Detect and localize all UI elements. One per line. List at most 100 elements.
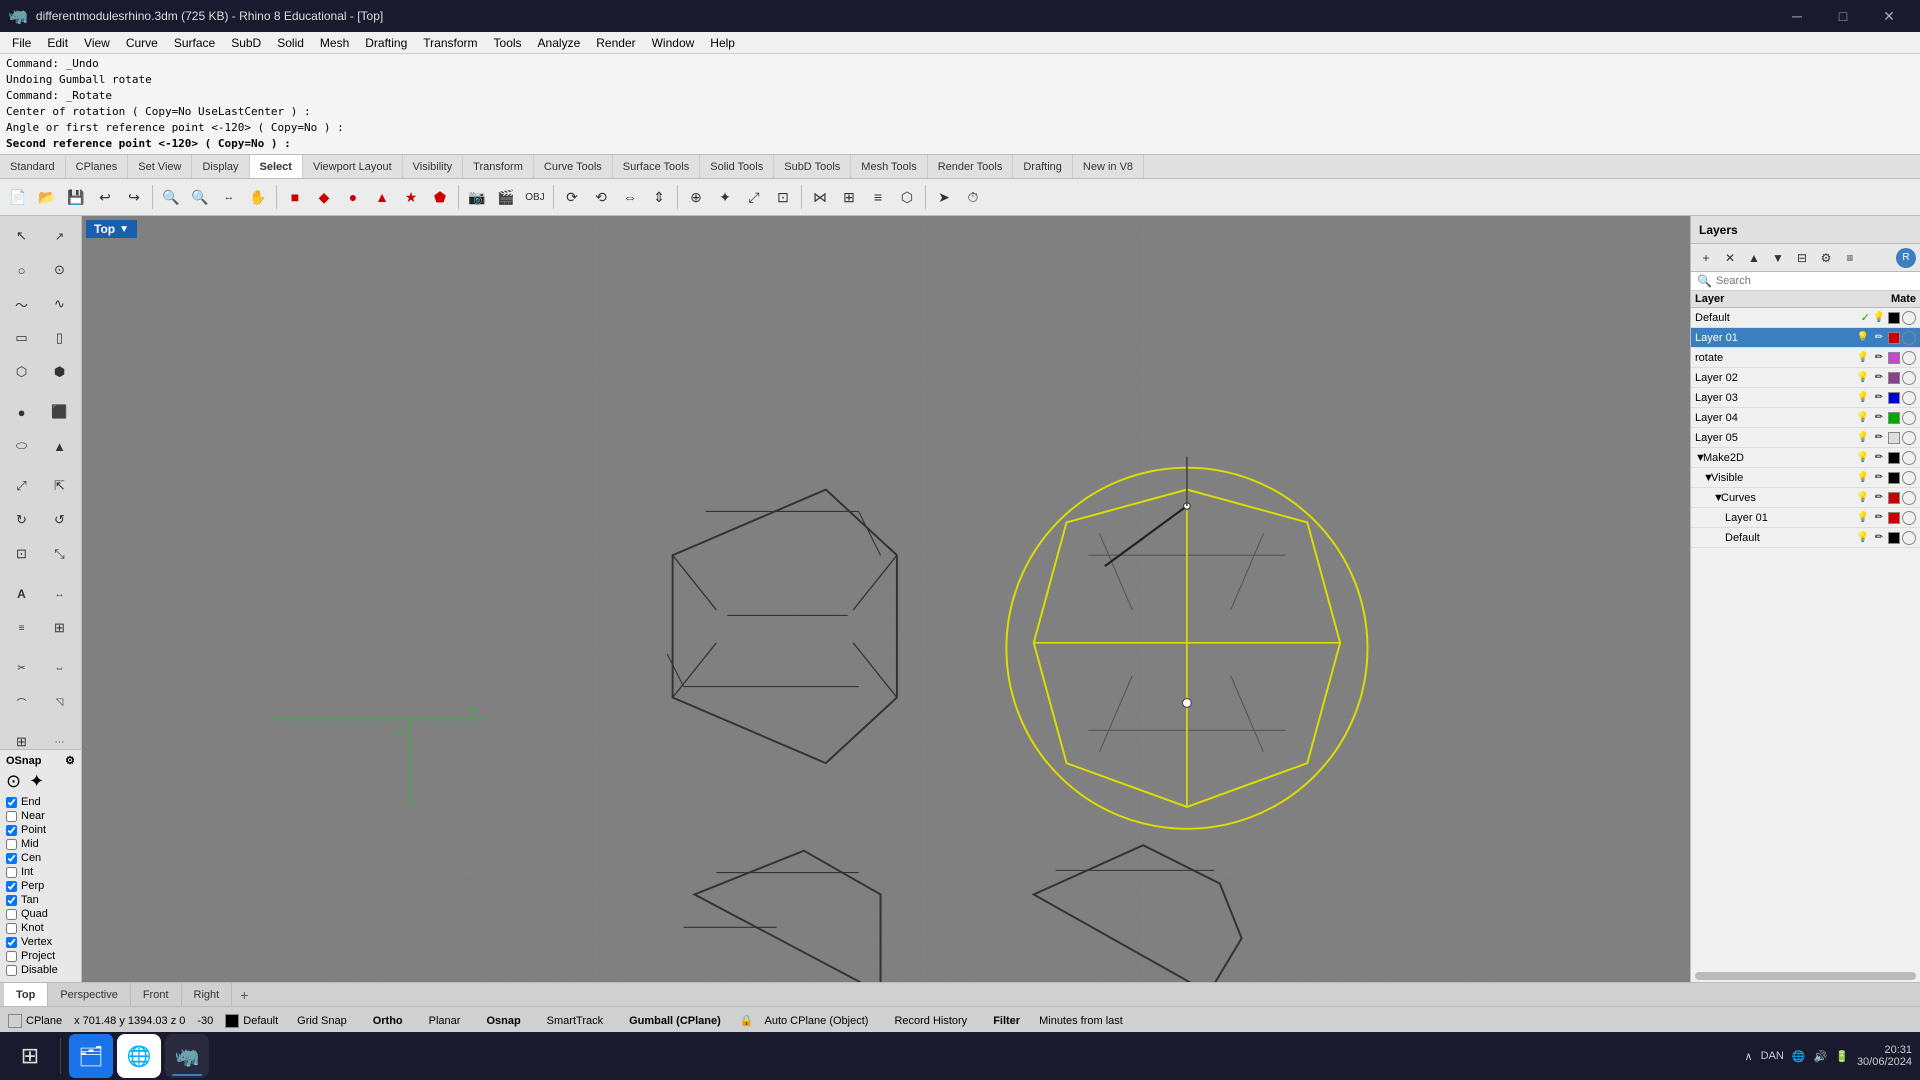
tab-mesh-tools[interactable]: Mesh Tools xyxy=(851,155,927,178)
tb-osnap-icon[interactable]: ✦ xyxy=(711,183,739,211)
status-planar[interactable]: Planar xyxy=(422,1013,468,1029)
tb-rotate-ccw[interactable]: ⟲ xyxy=(587,183,615,211)
menu-drafting[interactable]: Drafting xyxy=(357,34,415,52)
tb-clock[interactable]: ⏱ xyxy=(959,183,987,211)
lt-grid[interactable]: ⊞ xyxy=(4,726,40,749)
layer-pencil-01[interactable]: ✏ xyxy=(1872,331,1886,345)
expand-curves[interactable]: ▼ xyxy=(1713,492,1721,504)
tab-subd-tools[interactable]: SubD Tools xyxy=(774,155,851,178)
menu-mesh[interactable]: Mesh xyxy=(312,34,357,52)
lt-rect2[interactable]: ▯ xyxy=(42,322,78,354)
lt-rotate[interactable]: ↻ xyxy=(4,504,40,536)
lt-sphere[interactable]: ● xyxy=(4,396,40,428)
tb-camera[interactable]: 📷 xyxy=(463,183,491,211)
osnap-mid-check[interactable] xyxy=(6,839,17,850)
menu-tools[interactable]: Tools xyxy=(486,34,530,52)
status-ortho[interactable]: Ortho xyxy=(366,1013,410,1029)
layers-search-input[interactable] xyxy=(1716,275,1914,287)
tb-zoom-out[interactable]: 🔍 xyxy=(186,183,214,211)
viewport-area[interactable]: Top ▼ y x xyxy=(82,216,1690,982)
layer-lock-02[interactable]: 💡 xyxy=(1856,371,1870,385)
layer-mat-visible[interactable] xyxy=(1902,471,1916,485)
lt-select[interactable]: ↖ xyxy=(4,220,40,252)
tab-surface-tools[interactable]: Surface Tools xyxy=(613,155,700,178)
menu-view[interactable]: View xyxy=(76,34,118,52)
layer-pencil-visible[interactable]: ✏ xyxy=(1872,471,1886,485)
status-cplane[interactable]: CPlane xyxy=(8,1014,62,1028)
tab-transform[interactable]: Transform xyxy=(463,155,534,178)
lt-circle[interactable]: ○ xyxy=(4,254,40,286)
tb-render[interactable]: 🎬 xyxy=(492,183,520,211)
layer-color-03[interactable] xyxy=(1888,392,1900,404)
status-filter[interactable]: Filter xyxy=(986,1013,1027,1029)
lt-dots[interactable]: ⋯ xyxy=(42,726,78,749)
tb-flip-v[interactable]: ⇕ xyxy=(645,183,673,211)
layer-mat-curves-default[interactable] xyxy=(1902,531,1916,545)
tb-zoom-ext[interactable]: ↔ xyxy=(215,183,243,211)
minimize-button[interactable]: ─ xyxy=(1774,0,1820,32)
lt-scale2[interactable]: ⤡ xyxy=(42,538,78,570)
lt-select2[interactable]: ↗ xyxy=(42,220,78,252)
layer-color-visible[interactable] xyxy=(1888,472,1900,484)
tab-render-tools[interactable]: Render Tools xyxy=(928,155,1014,178)
osnap-disable-check[interactable] xyxy=(6,965,17,976)
menu-file[interactable]: File xyxy=(4,34,39,52)
menu-analyze[interactable]: Analyze xyxy=(530,34,589,52)
viewport-label[interactable]: Top ▼ xyxy=(86,220,137,238)
osnap-knot[interactable]: Knot xyxy=(6,922,75,934)
lt-cone[interactable]: ▲ xyxy=(42,430,78,462)
recordhistory-button[interactable]: Record History xyxy=(887,1013,974,1029)
expand-make2d[interactable]: ▼ xyxy=(1695,452,1703,464)
layer-row-rotate[interactable]: rotate 💡 ✏ xyxy=(1691,348,1920,368)
layer-row-03[interactable]: Layer 03 💡 ✏ xyxy=(1691,388,1920,408)
layer-lock-rotate[interactable]: 💡 xyxy=(1856,351,1870,365)
layer-row-curves[interactable]: ▼ Curves 💡 ✏ xyxy=(1691,488,1920,508)
status-gridsnap[interactable]: Grid Snap xyxy=(290,1013,354,1029)
ly-delete[interactable]: ✕ xyxy=(1719,247,1741,269)
layer-mat-02[interactable] xyxy=(1902,371,1916,385)
start-button[interactable]: ⊞ xyxy=(8,1034,52,1078)
status-osnap[interactable]: Osnap xyxy=(479,1013,527,1029)
tb-rotate-cw[interactable]: ⟳ xyxy=(558,183,586,211)
layer-mat-03[interactable] xyxy=(1902,391,1916,405)
osnap-project[interactable]: Project xyxy=(6,950,75,962)
layer-row-make2d[interactable]: ▼ Make2D 💡 ✏ xyxy=(1691,448,1920,468)
tb-flip-h[interactable]: ⇔ xyxy=(616,183,644,211)
status-autocplane[interactable]: 🔒 Auto CPlane (Object) xyxy=(740,1013,876,1029)
tb-arrow[interactable]: ➤ xyxy=(930,183,958,211)
osnap-near-check[interactable] xyxy=(6,811,17,822)
osnap-cen-check[interactable] xyxy=(6,853,17,864)
osnap-settings[interactable]: ⚙ xyxy=(65,754,75,767)
osnap-near[interactable]: Near xyxy=(6,810,75,822)
menu-render[interactable]: Render xyxy=(588,34,643,52)
lt-circle2[interactable]: ⊙ xyxy=(42,254,78,286)
tb-redo[interactable]: ↪ xyxy=(120,183,148,211)
tab-curve-tools[interactable]: Curve Tools xyxy=(534,155,613,178)
layer-mat-curves-01[interactable] xyxy=(1902,511,1916,525)
tb-layer5[interactable]: ★ xyxy=(397,183,425,211)
tb-layer1[interactable]: ■ xyxy=(281,183,309,211)
layer-lock-curves-default[interactable]: 💡 xyxy=(1856,531,1870,545)
tb-undo[interactable]: ↩ xyxy=(91,183,119,211)
tab-display[interactable]: Display xyxy=(192,155,249,178)
layer-lock-curves-01[interactable]: 💡 xyxy=(1856,511,1870,525)
layer-color-01[interactable] xyxy=(1888,332,1900,344)
layer-lock-01[interactable]: 💡 xyxy=(1856,331,1870,345)
lt-move2[interactable]: ⇱ xyxy=(42,470,78,502)
layer-pencil-rotate[interactable]: ✏ xyxy=(1872,351,1886,365)
tb-array[interactable]: ⊞ xyxy=(835,183,863,211)
layer-row-curves-01[interactable]: Layer 01 💡 ✏ xyxy=(1691,508,1920,528)
osnap-project-check[interactable] xyxy=(6,951,17,962)
layer-row-05[interactable]: Layer 05 💡 ✏ xyxy=(1691,428,1920,448)
vp-tab-front[interactable]: Front xyxy=(131,983,182,1006)
layer-row-visible[interactable]: ▼ Visible 💡 ✏ xyxy=(1691,468,1920,488)
layer-color-curves-01[interactable] xyxy=(1888,512,1900,524)
smarttrack-button[interactable]: SmartTrack xyxy=(540,1013,610,1029)
layer-mat-make2d[interactable] xyxy=(1902,451,1916,465)
osnap-perp-check[interactable] xyxy=(6,881,17,892)
menu-transform[interactable]: Transform xyxy=(415,34,485,52)
vp-tab-perspective[interactable]: Perspective xyxy=(48,983,130,1006)
layer-mat-curves[interactable] xyxy=(1902,491,1916,505)
layer-lock-visible[interactable]: 💡 xyxy=(1856,471,1870,485)
lt-rotate2[interactable]: ↺ xyxy=(42,504,78,536)
